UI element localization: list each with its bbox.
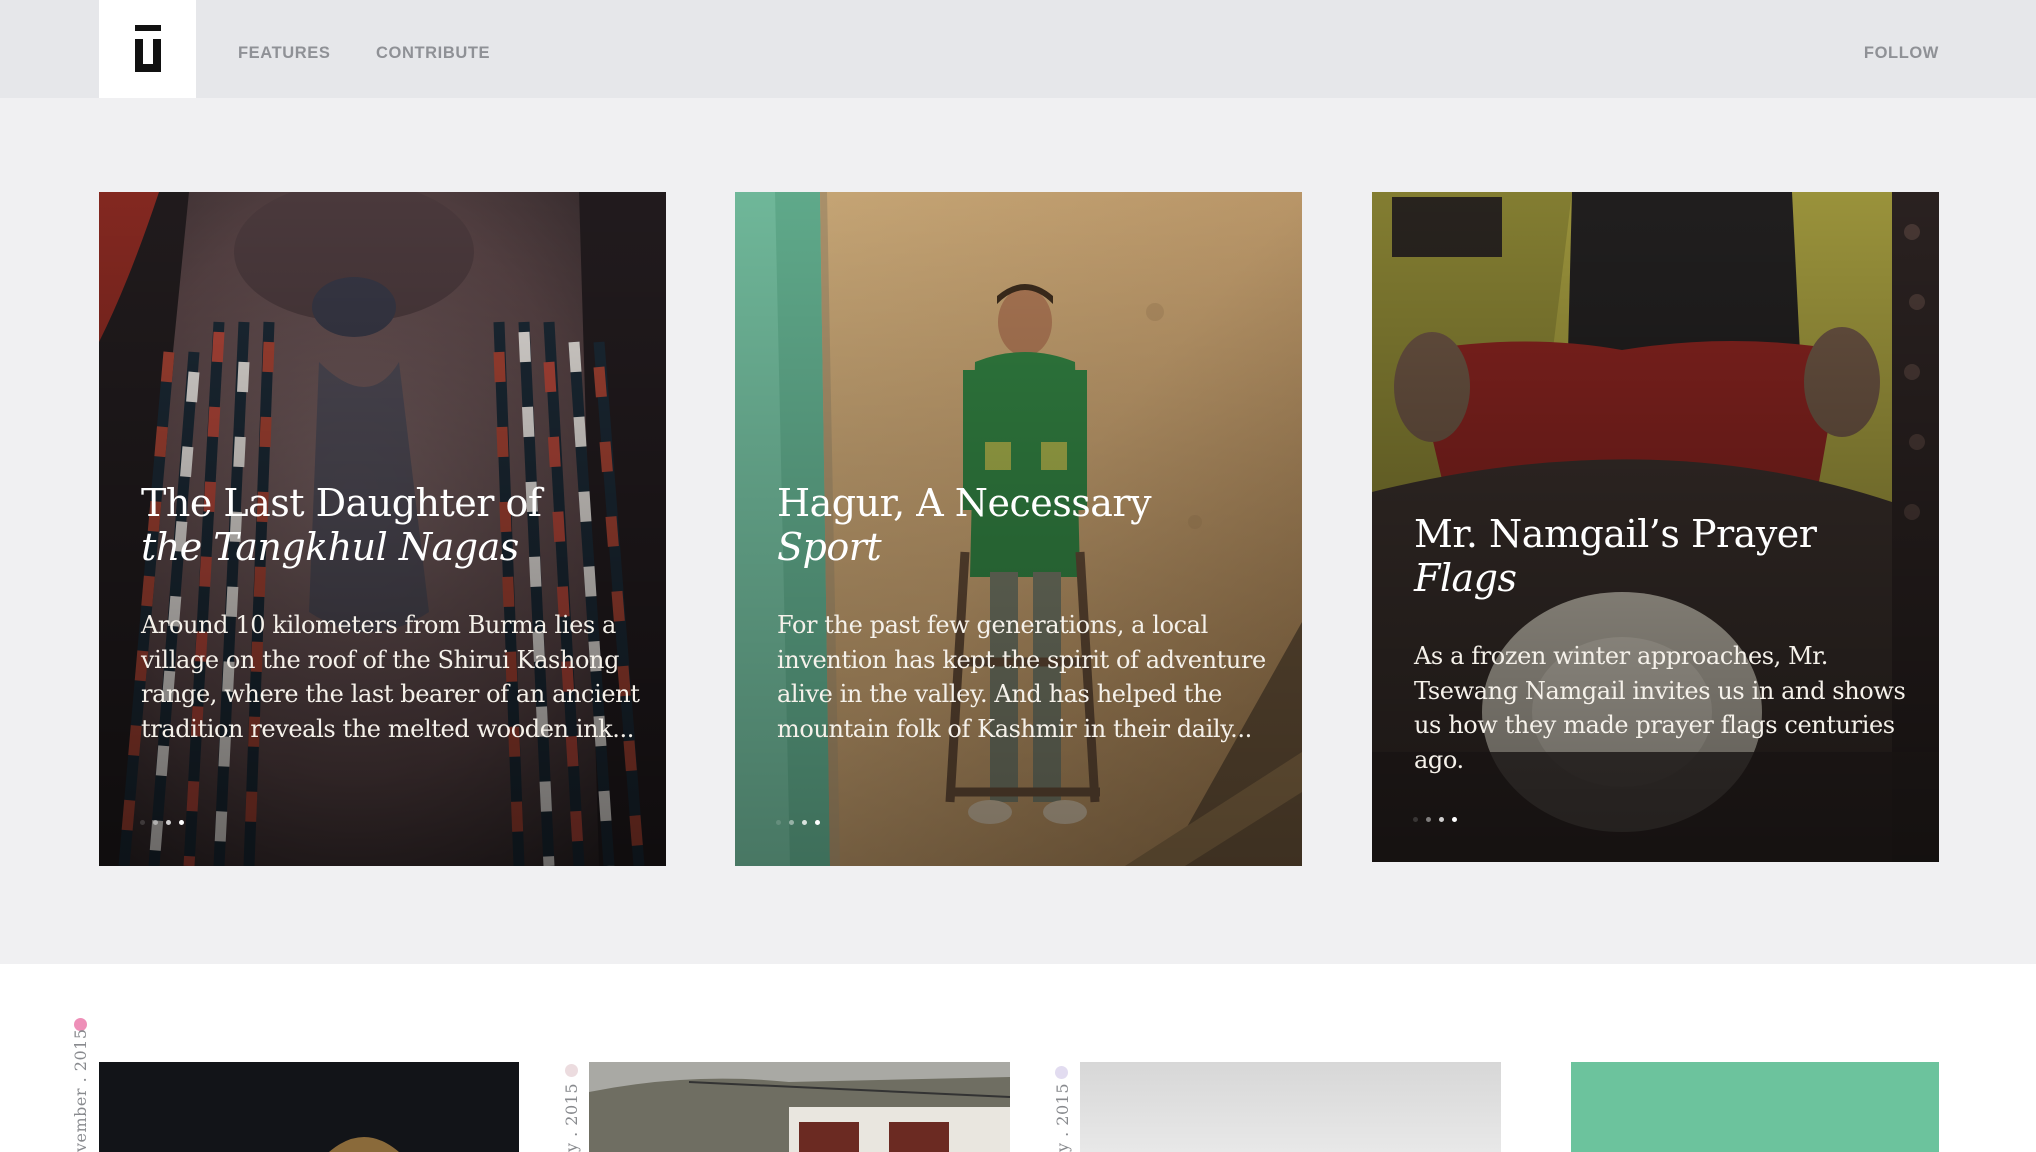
card-title-line: Hagur, A Necessary: [777, 481, 1152, 525]
card-title-line: The Last Daughter of: [141, 481, 542, 525]
card-title-italic-line: the Tangkhul Nagas: [141, 525, 519, 569]
card-title-italic-line: Flags: [1414, 556, 1517, 600]
post-thumbnail[interactable]: [1080, 1062, 1501, 1152]
card-excerpt: For the past few generations, a local in…: [777, 611, 1266, 743]
post-thumbnail-image: [589, 1062, 1010, 1152]
post-date-label: y . 2015: [1053, 1082, 1072, 1152]
pagination-dot[interactable]: [789, 820, 794, 825]
card-excerpt: As a frozen winter approaches, Mr. Tsewa…: [1414, 642, 1906, 774]
pagination-dot[interactable]: [1426, 817, 1431, 822]
card-title[interactable]: Mr. Namgail’s Prayer Flags: [1414, 512, 1904, 600]
pagination-dot[interactable]: [776, 820, 781, 825]
card-excerpt: Around 10 kilometers from Burma lies a v…: [141, 611, 640, 743]
pagination-dot[interactable]: [153, 820, 158, 825]
card-pagination-dots: [1413, 817, 1457, 825]
post-date-marker: [1055, 1066, 1068, 1079]
card-title-italic-line: Sport: [777, 525, 882, 569]
pagination-dot[interactable]: [140, 820, 145, 825]
post-thumbnail-image: [99, 1062, 519, 1152]
site-logo-mark-icon: [135, 25, 161, 72]
pagination-dot-active[interactable]: [815, 820, 820, 825]
pagination-dot-active[interactable]: [179, 820, 184, 825]
nav-features-link[interactable]: FEATURES: [238, 44, 331, 62]
card-title[interactable]: The Last Daughter of the Tangkhul Nagas: [141, 481, 631, 569]
post-thumbnail[interactable]: [99, 1062, 519, 1152]
pagination-dot[interactable]: [802, 820, 807, 825]
feature-card-prayer-flags[interactable]: Mr. Namgail’s Prayer Flags As a frozen w…: [1372, 192, 1939, 862]
card-title[interactable]: Hagur, A Necessary Sport: [777, 481, 1267, 569]
pagination-dot-active[interactable]: [1452, 817, 1457, 822]
pagination-dot[interactable]: [166, 820, 171, 825]
post-date-label: y . 2015: [562, 1082, 581, 1152]
feature-card-hagur-sport[interactable]: Hagur, A Necessary Sport For the past fe…: [735, 192, 1302, 866]
nav-contribute-link[interactable]: CONTRIBUTE: [376, 44, 490, 62]
pagination-dot[interactable]: [1439, 817, 1444, 822]
feature-card-tangkhul-nagas[interactable]: The Last Daughter of the Tangkhul Nagas …: [99, 192, 666, 866]
card-pagination-dots: [776, 820, 820, 828]
card-pagination-dots: [140, 820, 184, 828]
post-thumbnail[interactable]: [1571, 1062, 1939, 1152]
pagination-dot[interactable]: [1413, 817, 1418, 822]
post-thumbnail[interactable]: [589, 1062, 1010, 1152]
follow-link[interactable]: FOLLOW: [1864, 44, 1939, 62]
post-date-marker: [565, 1064, 578, 1077]
card-title-line: Mr. Namgail’s Prayer: [1414, 512, 1817, 556]
post-thumbnail-image: [1080, 1062, 1501, 1152]
post-date-label: vember . 2015: [71, 1028, 90, 1152]
top-header: FEATURES CONTRIBUTE FOLLOW: [0, 0, 2036, 98]
